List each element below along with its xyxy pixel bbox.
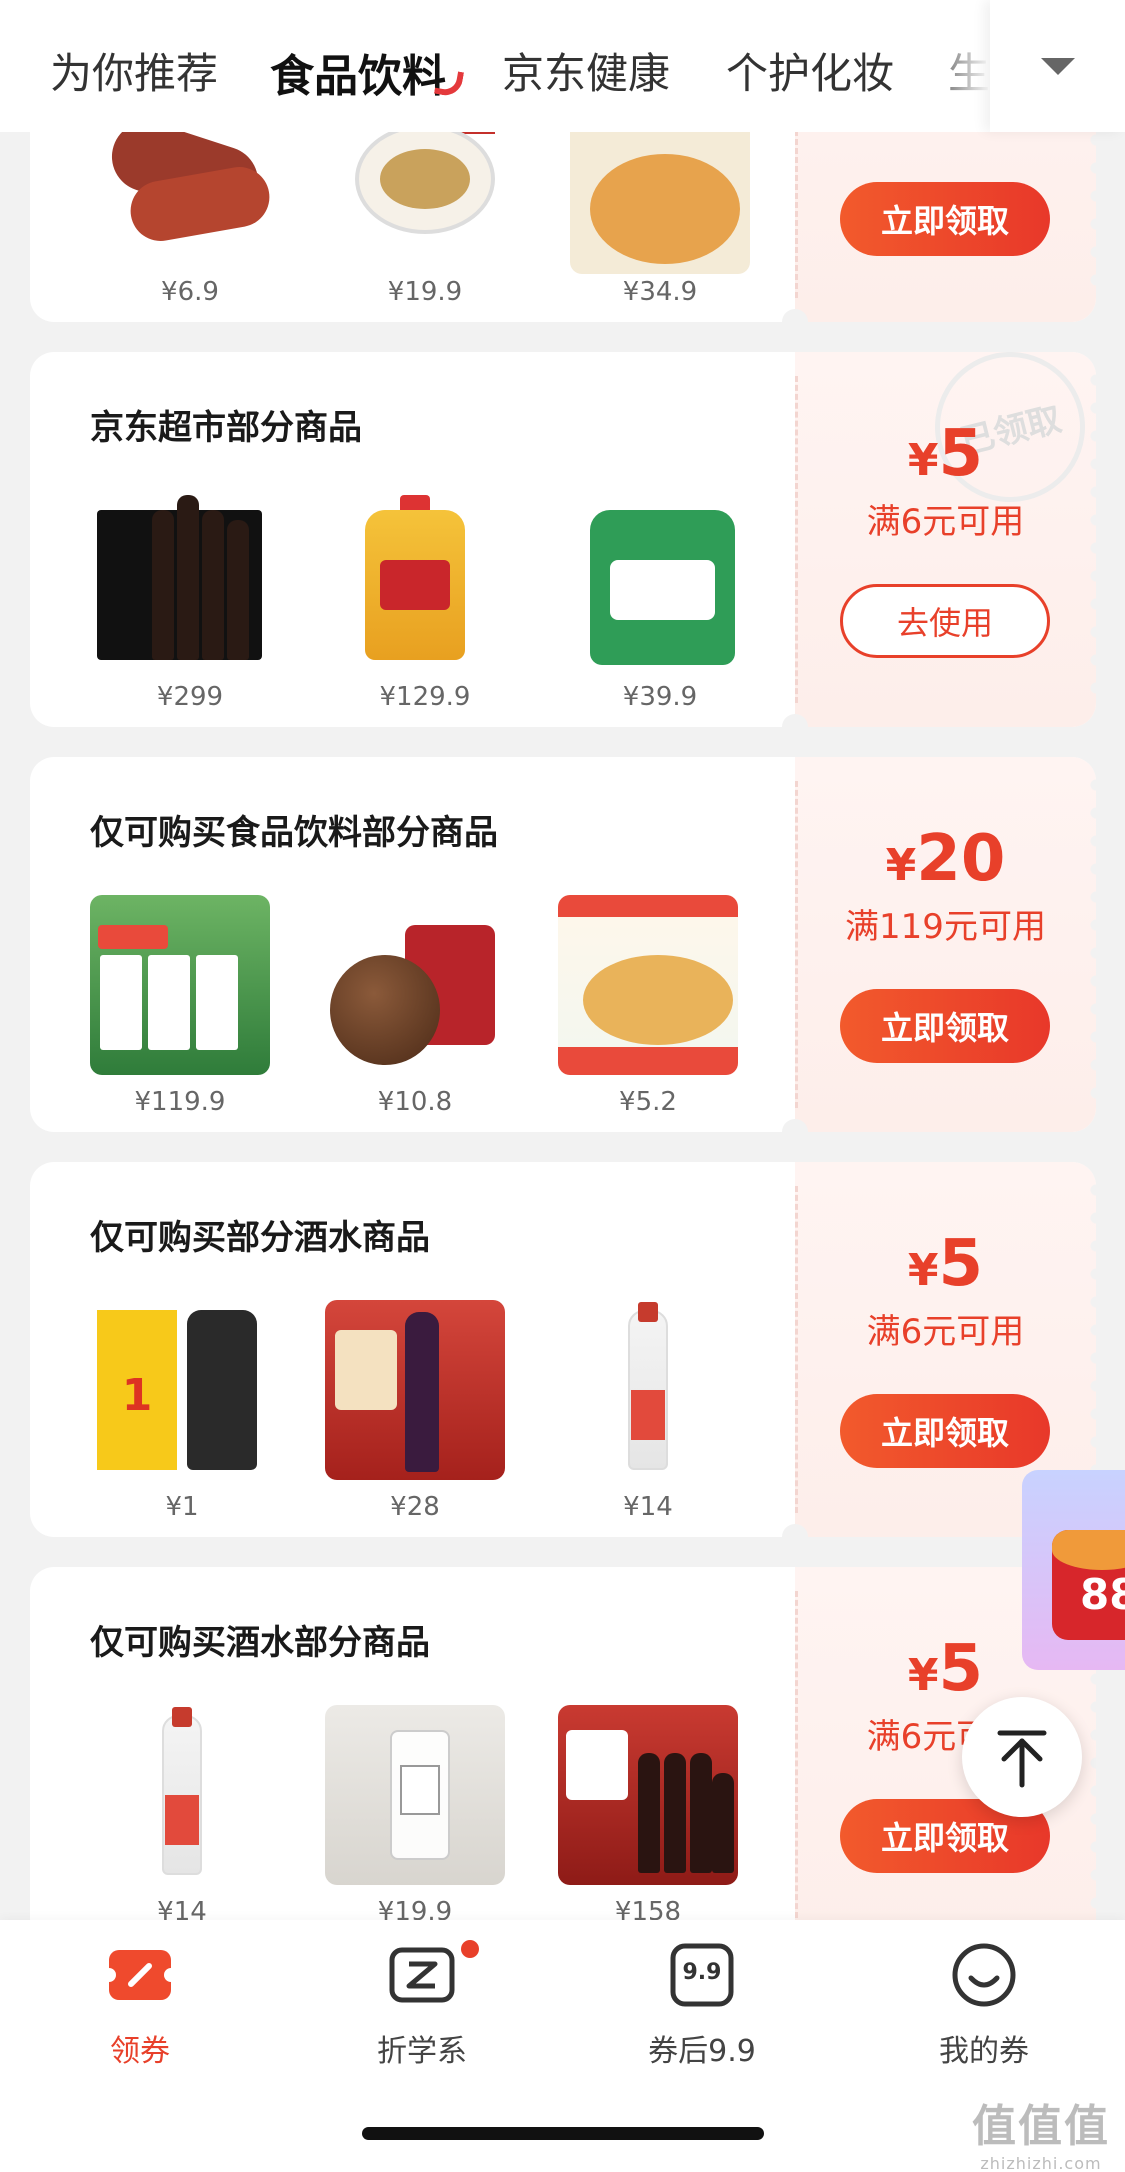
- tab-personal-care[interactable]: 个护化妆: [726, 40, 894, 101]
- coupon-amount: ¥20: [885, 822, 1006, 896]
- claim-button[interactable]: 立即领取: [840, 182, 1050, 256]
- nav-label: 折学系: [377, 2034, 467, 2069]
- product-price: ¥10.8: [377, 1087, 453, 1117]
- product-price: ¥28: [390, 1492, 440, 1522]
- coupon-card: 仅可购买部分酒水商品 1 ¥1 ¥28 ¥14 ¥5 满6元可用 立即领取: [30, 1162, 1096, 1537]
- chevron-down-icon: [1040, 57, 1075, 75]
- wine-set-image[interactable]: [558, 1705, 738, 1885]
- smile-icon: [949, 1940, 1019, 2010]
- longan-image[interactable]: [325, 895, 505, 1075]
- product-price: ¥14: [623, 1492, 673, 1522]
- category-tab-bar: 为你推荐 食品饮料 京东健康 个护化妆 生: [0, 0, 1125, 132]
- coupon-card: 已领取 京东超市部分商品 ¥299 ¥129.9 ¥39.9 ¥5 满6元可用 …: [30, 352, 1096, 727]
- red-wine-image[interactable]: [325, 1300, 505, 1480]
- active-tab-indicator: [433, 67, 465, 99]
- coupon-condition: 满6元可用: [866, 1312, 1025, 1352]
- coupon-condition: 满6元可用: [866, 502, 1025, 542]
- coupon-card: 仅可购买食品饮料部分商品 ¥119.9 ¥10.8 ¥5.2 ¥20 满119元…: [30, 757, 1096, 1132]
- wine-box-image[interactable]: [92, 490, 272, 670]
- tab-jd-health[interactable]: 京东健康: [502, 40, 670, 101]
- red-packet-float[interactable]: 88: [1022, 1470, 1125, 1670]
- product-price: ¥6.9: [161, 277, 219, 307]
- coupon-scope-title: 仅可购买酒水部分商品: [90, 1623, 430, 1663]
- z-icon: [387, 1940, 479, 2010]
- nav-label: 券后9.9: [648, 2034, 756, 2069]
- coupon-scope-title: 京东超市部分商品: [90, 408, 362, 448]
- product-price: ¥129.9: [379, 682, 471, 712]
- coupon-scope-title: 仅可购买食品饮料部分商品: [90, 813, 498, 853]
- product-price: ¥299: [156, 682, 224, 712]
- product-price: ¥119.9: [134, 1087, 226, 1117]
- trial-liquor-image[interactable]: 1: [92, 1300, 272, 1480]
- ticket-99-icon: 9.9: [667, 1940, 737, 2010]
- product-price: ¥39.9: [622, 682, 698, 712]
- nav-after-coupon-99[interactable]: 9.9 券后9.9: [612, 1940, 792, 2070]
- coupon-amount: ¥5: [907, 417, 984, 491]
- tab-fade: [920, 0, 990, 132]
- milk-image[interactable]: [90, 895, 270, 1075]
- baijiu-image[interactable]: [92, 1705, 272, 1885]
- coupon-scope-title: 仅可购买部分酒水商品: [90, 1218, 430, 1258]
- site-watermark: 值值值 zhizhizhi.com: [972, 2101, 1110, 2172]
- use-coupon-button[interactable]: 去使用: [840, 584, 1050, 658]
- claim-button[interactable]: 立即领取: [840, 989, 1050, 1063]
- nav-label: 我的券: [939, 2034, 1029, 2069]
- coupon-amount: ¥5: [907, 1227, 984, 1301]
- arrow-up-icon: [997, 1730, 1047, 1788]
- back-to-top-button[interactable]: [962, 1697, 1082, 1817]
- nav-coupons[interactable]: 领券: [50, 1940, 230, 2070]
- product-price: ¥5.2: [619, 1087, 677, 1117]
- nav-label: 领券: [110, 2034, 170, 2069]
- white-liquor-image[interactable]: [325, 1705, 505, 1885]
- red-packet-number: 88: [1080, 1570, 1125, 1619]
- product-price: ¥34.9: [622, 277, 698, 307]
- nav-my-coupons[interactable]: 我的券: [894, 1940, 1074, 2070]
- tab-food-drinks[interactable]: 食品饮料: [270, 40, 446, 104]
- more-tabs-button[interactable]: [990, 0, 1125, 132]
- cooking-oil-image[interactable]: [325, 490, 505, 670]
- baijiu-image[interactable]: [558, 1300, 738, 1480]
- notification-dot: [461, 1940, 479, 1958]
- product-price: ¥1: [165, 1492, 199, 1522]
- coupon-condition: 满119元可用: [845, 907, 1046, 947]
- nav-discount-school[interactable]: 折学系: [332, 1940, 512, 2070]
- claim-button[interactable]: 立即领取: [840, 1394, 1050, 1468]
- tab-recommend[interactable]: 为你推荐: [50, 40, 218, 101]
- product-price: ¥19.9: [387, 277, 463, 307]
- coupon-icon: [102, 1940, 178, 2010]
- rice-bag-image[interactable]: [570, 490, 750, 670]
- home-indicator[interactable]: [362, 2127, 764, 2140]
- nuts-image[interactable]: [558, 895, 738, 1075]
- coupon-card: 仅可购买酒水部分商品 ¥14 ¥19.9 ¥158 ¥5 满6元可用 立即领取: [30, 1567, 1096, 1942]
